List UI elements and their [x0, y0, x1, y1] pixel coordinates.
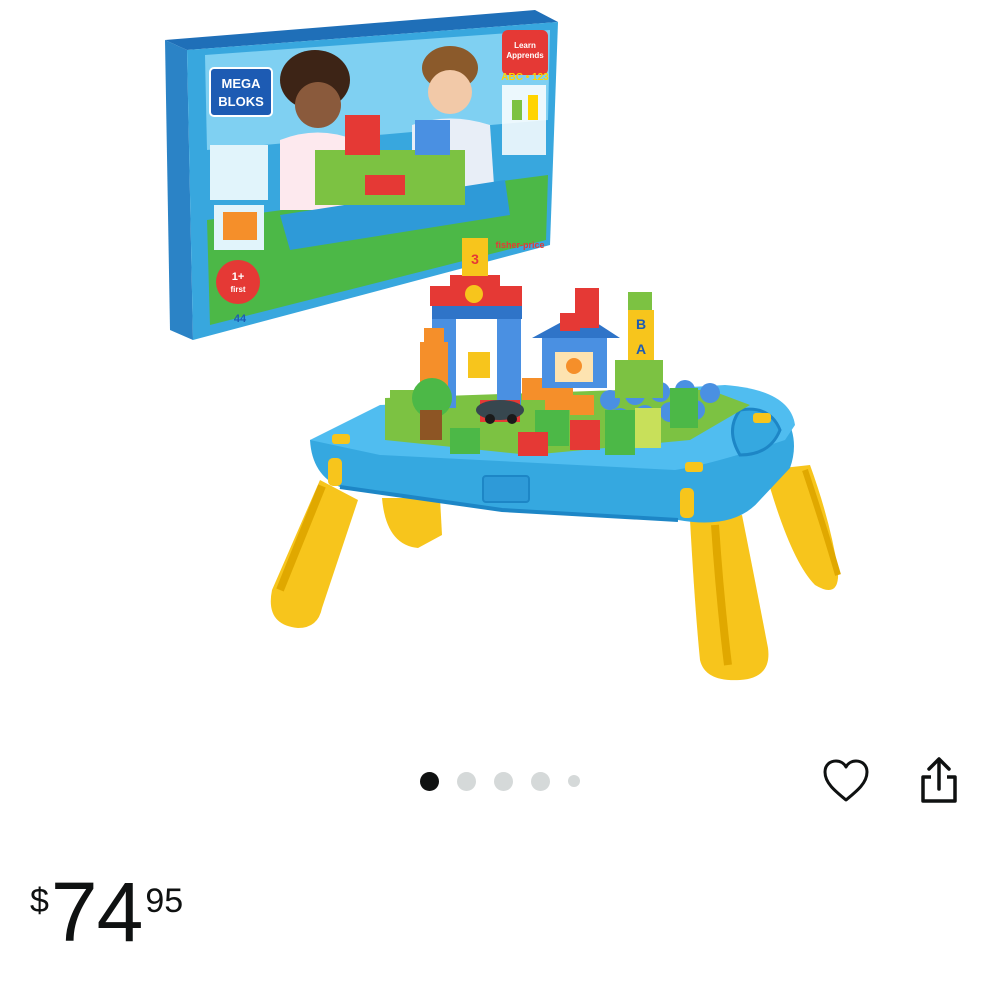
box-logo-line1: MEGA	[222, 76, 262, 91]
svg-text:1+: 1+	[232, 271, 245, 283]
share-icon	[921, 757, 957, 803]
svg-text:Apprends: Apprends	[506, 51, 544, 60]
svg-text:B: B	[636, 316, 646, 332]
carousel-dot-2[interactable]	[457, 771, 476, 791]
svg-text:first: first	[230, 285, 245, 294]
product-image[interactable]: MEGA BLOKS Learn Apprends ABC • 123 1+ f…	[150, 0, 850, 700]
svg-text:A: A	[636, 341, 646, 357]
svg-text:3: 3	[471, 251, 479, 267]
carousel-dot-5[interactable]	[568, 775, 580, 787]
carousel-dot-1[interactable]	[420, 771, 439, 791]
svg-text:ABC • 123: ABC • 123	[501, 72, 549, 83]
svg-text:Learn: Learn	[514, 41, 536, 50]
carousel-dot-4[interactable]	[531, 771, 550, 791]
price-currency-symbol: $	[30, 882, 49, 920]
box-logo-line2: BLOKS	[218, 94, 264, 109]
price: $ 74 95	[30, 870, 183, 960]
product-page: MEGA BLOKS Learn Apprends ABC • 123 1+ f…	[0, 0, 1000, 1000]
svg-text:fisher-price: fisher-price	[495, 240, 544, 250]
heart-outline-icon	[823, 759, 869, 802]
offer-row	[30, 990, 990, 1000]
price-whole: 74	[50, 865, 143, 959]
carousel-dot-3[interactable]	[494, 771, 513, 791]
price-fraction: 95	[145, 882, 184, 920]
wishlist-button[interactable]	[820, 755, 872, 807]
svg-text:44: 44	[234, 313, 247, 325]
share-button[interactable]	[912, 753, 966, 807]
